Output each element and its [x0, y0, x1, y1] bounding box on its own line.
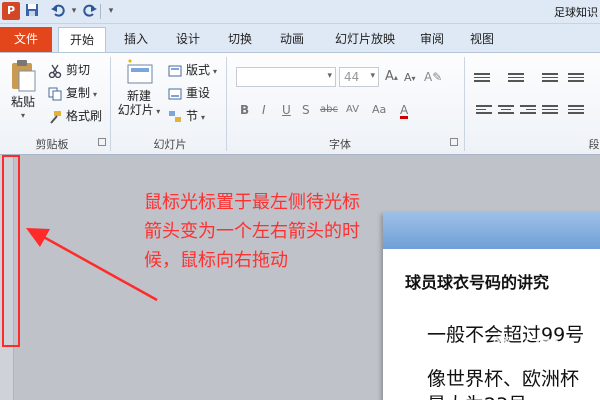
slide-title[interactable]: 球员球衣号码的讲究	[405, 269, 549, 293]
align-right-icon[interactable]	[520, 105, 536, 117]
italic-button[interactable]: I	[262, 101, 266, 119]
tab-animations[interactable]: 动画	[270, 27, 314, 52]
new-slide-label-2: 幻灯片	[117, 103, 154, 117]
columns-icon[interactable]	[568, 105, 584, 117]
reset-icon	[168, 87, 182, 101]
character-spacing-button[interactable]: AV	[346, 101, 359, 119]
group-divider	[226, 57, 227, 151]
font-size-combo[interactable]: 44 ▾	[339, 67, 379, 87]
font-name-combo[interactable]: ▾	[236, 67, 336, 87]
align-center-icon[interactable]	[498, 105, 514, 117]
shrink-font-icon[interactable]: A▾	[404, 69, 416, 87]
decrease-indent-icon[interactable]	[542, 73, 558, 85]
reset-label: 重设	[186, 86, 211, 100]
format-painter-label: 格式刷	[66, 109, 103, 123]
bullets-icon[interactable]	[474, 73, 490, 85]
new-slide-icon	[127, 59, 153, 84]
clear-format-icon[interactable]: A✎	[424, 68, 442, 86]
watermark-url: jingyan.baidu.com	[510, 362, 594, 372]
grow-font-icon[interactable]: A▴	[385, 68, 398, 86]
numbering-icon[interactable]	[508, 73, 524, 85]
tab-review[interactable]: 审阅	[412, 27, 452, 52]
copy-icon	[48, 87, 62, 101]
tab-slideshow[interactable]: 幻灯片放映	[325, 27, 405, 52]
title-bar: P ▾ ▾ 足球知识	[0, 0, 600, 24]
ribbon: 粘贴 ▾ 剪切 复制 ▾ 格式刷 剪贴板 新建 幻灯片 ▾ 版式 ▾ 重设 节 ▾ 幻…	[0, 52, 600, 155]
bold-button[interactable]: B	[240, 101, 249, 119]
format-painter-button[interactable]: 格式刷	[48, 107, 102, 125]
clipboard-launcher-icon[interactable]	[98, 138, 106, 146]
group-divider	[464, 57, 465, 151]
slide-body-line-3[interactable]: 最大为23号	[427, 390, 527, 400]
slide-header-band	[383, 212, 600, 249]
layout-label: 版式	[186, 63, 211, 77]
font-name-dropdown-icon[interactable]: ▾	[327, 71, 332, 81]
layout-button[interactable]: 版式 ▾	[168, 61, 217, 79]
font-group-label: 字体	[329, 138, 351, 151]
paste-label: 粘贴	[10, 95, 35, 109]
watermark-text: 经验	[522, 336, 562, 360]
format-painter-icon	[48, 110, 62, 124]
undo-icon[interactable]	[50, 3, 66, 19]
reset-button[interactable]: 重设	[168, 84, 210, 102]
layout-dropdown-icon[interactable]: ▾	[213, 67, 217, 76]
paragraph-group-label: 段	[588, 138, 600, 151]
section-dropdown-icon[interactable]: ▾	[201, 113, 205, 122]
new-slide-dropdown-icon[interactable]: ▾	[154, 107, 160, 116]
copy-button[interactable]: 复制 ▾	[48, 84, 97, 102]
ribbon-tabs: 文件 开始 插入 设计 切换 动画 幻灯片放映 审阅 视图	[0, 24, 600, 52]
baidu-jingyan-watermark: ☸ 经验 jingyan.baidu.com	[490, 330, 598, 380]
justify-icon[interactable]	[542, 105, 558, 117]
group-divider	[110, 57, 111, 151]
align-left-icon[interactable]	[476, 105, 492, 117]
customize-toolbar-icon[interactable]: ▾	[103, 3, 119, 19]
editing-workspace: 鼠标光标置于最左侧待光标箭头变为一个左右箭头的时候，鼠标向右拖动 球员球衣号码的…	[0, 155, 600, 400]
clipboard-group-label: 剪贴板	[35, 138, 69, 151]
cut-button[interactable]: 剪切	[48, 61, 90, 79]
copy-dropdown-icon[interactable]: ▾	[93, 90, 97, 99]
layout-icon	[168, 64, 182, 78]
instruction-annotation: 鼠标光标置于最左侧待光标箭头变为一个左右箭头的时候，鼠标向右拖动	[144, 192, 360, 271]
powerpoint-app-icon[interactable]: P	[2, 2, 20, 20]
tab-view[interactable]: 视图	[462, 27, 502, 52]
shadow-button[interactable]: S	[302, 101, 310, 119]
paste-icon	[12, 60, 36, 92]
copy-label: 复制	[66, 86, 91, 100]
save-icon[interactable]	[24, 3, 40, 19]
paw-icon: ☸	[490, 330, 514, 360]
tab-transitions[interactable]: 切换	[218, 27, 262, 52]
tab-design[interactable]: 设计	[166, 27, 210, 52]
new-slide-button[interactable]: 新建 幻灯片 ▾	[116, 59, 162, 119]
cut-label: 剪切	[66, 63, 91, 77]
strikethrough-button[interactable]: abc	[320, 101, 338, 119]
redo-icon[interactable]	[82, 3, 98, 19]
tab-insert[interactable]: 插入	[114, 27, 158, 52]
scissors-icon	[48, 64, 62, 78]
tab-file[interactable]: 文件	[0, 27, 52, 52]
font-color-icon[interactable]: A	[400, 101, 409, 119]
font-size-value: 44	[344, 70, 360, 84]
new-slide-label-1: 新建	[126, 89, 151, 103]
tab-home[interactable]: 开始	[58, 27, 106, 52]
paste-dropdown-icon[interactable]: ▾	[6, 109, 40, 123]
document-title: 足球知识	[554, 6, 598, 19]
paste-button[interactable]: 粘贴 ▾	[6, 59, 40, 123]
undo-dropdown-icon[interactable]: ▾	[66, 3, 82, 19]
font-launcher-icon[interactable]	[450, 138, 458, 146]
section-label: 节	[186, 109, 199, 123]
section-button[interactable]: 节 ▾	[168, 107, 205, 125]
change-case-button[interactable]: Aa	[372, 101, 386, 119]
underline-button[interactable]: U	[282, 101, 291, 119]
increase-indent-icon[interactable]	[568, 73, 584, 85]
toolbar-divider	[100, 4, 101, 19]
font-size-dropdown-icon[interactable]: ▾	[370, 71, 375, 81]
section-icon	[168, 110, 182, 124]
slides-group-label: 幻灯片	[153, 138, 187, 151]
